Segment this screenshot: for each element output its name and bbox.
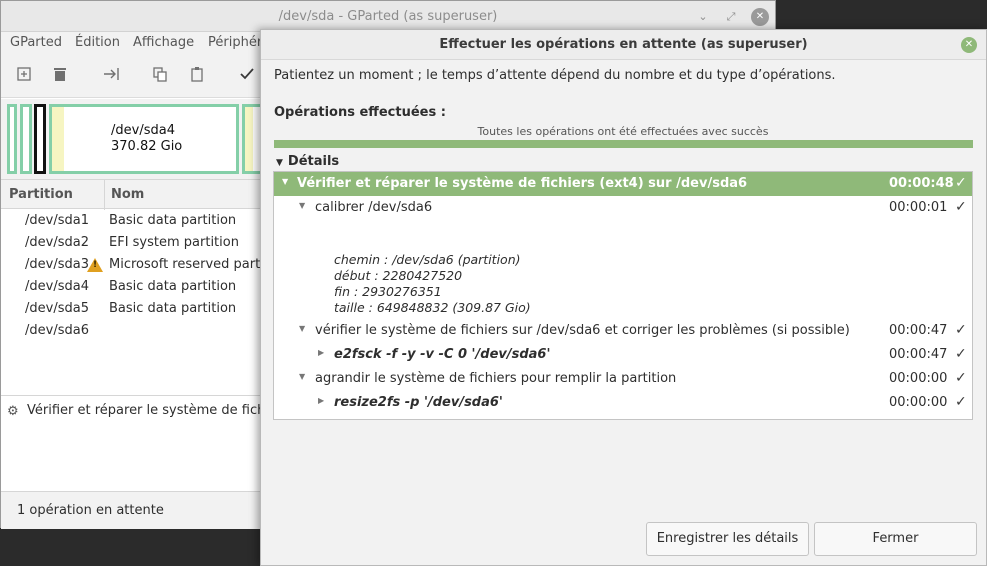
menu-gparted[interactable]: GParted xyxy=(10,35,62,50)
tree-row-main-operation[interactable]: ▼ Vérifier et réparer le système de fich… xyxy=(274,172,972,196)
apply-operations-dialog: Effectuer les opérations en attente (as … xyxy=(260,29,987,566)
tree-row-time: 00:00:47 xyxy=(889,347,948,362)
apply-icon[interactable] xyxy=(236,66,258,88)
tree-row-time: 00:00:48 xyxy=(889,176,954,191)
chevron-down-icon[interactable]: ▼ xyxy=(299,324,305,333)
partition-block-sda3[interactable] xyxy=(34,104,46,174)
resize-move-icon[interactable] xyxy=(101,66,123,88)
tree-row-label: vérifier le système de fichiers sur /dev… xyxy=(315,323,850,338)
partition-cell: /dev/sda5 xyxy=(25,301,89,316)
pending-operations-pane: ⚙ Vérifier et réparer le système de fich… xyxy=(1,395,289,491)
delete-icon[interactable] xyxy=(49,66,71,88)
used-space-bar xyxy=(245,107,253,171)
menu-edition[interactable]: Édition xyxy=(75,35,120,50)
pending-operation-item[interactable]: Vérifier et réparer le système de fichie… xyxy=(27,403,289,418)
minimize-icon[interactable]: ⌄ xyxy=(694,8,712,26)
name-cell: Microsoft reserved partiti xyxy=(109,257,273,272)
detail-line: chemin : /dev/sda6 (partition) xyxy=(334,252,521,267)
tree-row-label: calibrer /dev/sda6 xyxy=(315,200,433,215)
table-row[interactable]: /dev/sda1 Basic data partition xyxy=(1,210,263,232)
chevron-down-icon[interactable]: ▼ xyxy=(282,177,288,186)
close-icon[interactable]: ✕ xyxy=(961,37,977,53)
check-icon: ✓ xyxy=(955,175,967,191)
column-separator xyxy=(104,180,105,210)
copy-icon[interactable] xyxy=(149,66,171,88)
new-partition-icon[interactable] xyxy=(13,66,35,88)
progress-text: Toutes les opérations ont été effectuées… xyxy=(477,125,769,138)
check-icon: ✓ xyxy=(955,346,967,362)
main-titlebar: /dev/sda - GParted (as superuser) ⌄ ⤢ ✕ xyxy=(1,1,775,32)
details-tree: ▼ Vérifier et réparer le système de fich… xyxy=(273,171,973,420)
tree-row-time: 00:00:01 xyxy=(889,200,948,215)
status-text: 1 opération en attente xyxy=(17,503,164,518)
check-icon: ✓ xyxy=(955,322,967,338)
partition-cell: /dev/sda3 xyxy=(25,257,89,272)
tree-row-time: 00:00:00 xyxy=(889,395,948,410)
tree-row-label: agrandir le système de fichiers pour rem… xyxy=(315,371,677,386)
progress-bar-fill xyxy=(274,140,973,148)
check-icon: ✓ xyxy=(955,199,967,215)
name-cell: EFI system partition xyxy=(109,235,239,250)
table-row[interactable]: /dev/sda5 Basic data partition xyxy=(1,298,263,320)
partition-cell: /dev/sda1 xyxy=(25,213,89,228)
check-icon: ✓ xyxy=(955,370,967,386)
maximize-icon[interactable]: ⤢ xyxy=(722,8,740,26)
table-row[interactable]: /dev/sda6 xyxy=(1,320,263,342)
details-label: Détails xyxy=(287,154,340,169)
partition-cell: /dev/sda4 xyxy=(25,279,89,294)
disk-map-partition-size: 370.82 Gio xyxy=(111,139,183,154)
chevron-right-icon[interactable]: ▶ xyxy=(318,396,324,405)
check-icon: ✓ xyxy=(955,394,967,410)
warning-icon-mark: ! xyxy=(93,260,98,270)
dialog-title: Effectuer les opérations en attente (as … xyxy=(439,37,808,52)
tree-row-label: Vérifier et réparer le système de fichie… xyxy=(297,176,748,191)
chevron-down-icon[interactable]: ▼ xyxy=(299,201,305,210)
tree-row-calibrate[interactable]: ▼ calibrer /dev/sda6 00:00:01 ✓ xyxy=(274,196,972,220)
main-window-title: /dev/sda - GParted (as superuser) xyxy=(278,9,498,24)
save-details-button[interactable]: Enregistrer les détails xyxy=(646,522,809,556)
tree-row-time: 00:00:00 xyxy=(889,371,948,386)
tree-row-label: resize2fs -p '/dev/sda6' xyxy=(334,395,503,410)
name-cell: Basic data partition xyxy=(109,301,237,316)
menu-affichage[interactable]: Affichage xyxy=(133,35,194,50)
partition-block-sda2[interactable] xyxy=(20,104,32,174)
used-space-bar xyxy=(52,107,64,171)
table-row[interactable]: /dev/sda3 ! Microsoft reserved partiti xyxy=(1,254,273,276)
dialog-titlebar: Effectuer les opérations en attente (as … xyxy=(261,30,986,60)
column-header-name[interactable]: Nom xyxy=(111,187,144,202)
detail-line: taille : 649848832 (309.87 Gio) xyxy=(334,300,531,315)
tree-row-label: e2fsck -f -y -v -C 0 '/dev/sda6' xyxy=(334,347,551,362)
details-expander[interactable]: ▼ Détails xyxy=(276,154,339,169)
detail-line: fin : 2930276351 xyxy=(334,284,442,299)
close-icon[interactable]: ✕ xyxy=(751,8,769,26)
column-header-partition[interactable]: Partition xyxy=(9,187,73,202)
statusbar: 1 opération en attente xyxy=(1,491,263,529)
tree-row-grow[interactable]: ▼ agrandir le système de fichiers pour r… xyxy=(274,367,972,391)
chevron-down-icon: ▼ xyxy=(276,158,283,168)
detail-line: début : 2280427520 xyxy=(334,268,463,283)
tree-row-check-command[interactable]: ▶ e2fsck -f -y -v -C 0 '/dev/sda6' 00:00… xyxy=(274,343,972,367)
name-cell: Basic data partition xyxy=(109,213,237,228)
table-row[interactable]: /dev/sda2 EFI system partition xyxy=(1,232,263,254)
chevron-down-icon[interactable]: ▼ xyxy=(299,372,305,381)
tree-row-time: 00:00:47 xyxy=(889,323,948,338)
tree-row-check[interactable]: ▼ vérifier le système de fichiers sur /d… xyxy=(274,319,972,343)
close-button[interactable]: Fermer xyxy=(814,522,977,556)
disk-map-partition-name: /dev/sda4 xyxy=(111,123,175,138)
partition-block-sda1[interactable] xyxy=(7,104,17,174)
partition-cell: /dev/sda2 xyxy=(25,235,89,250)
name-cell: Basic data partition xyxy=(109,279,237,294)
menu-peripherique[interactable]: Périphéri xyxy=(208,35,266,50)
table-row[interactable]: /dev/sda4 Basic data partition xyxy=(1,276,263,298)
progress-bar xyxy=(274,140,973,148)
chevron-right-icon[interactable]: ▶ xyxy=(318,348,324,357)
tree-row-grow-command[interactable]: ▶ resize2fs -p '/dev/sda6' 00:00:00 ✓ xyxy=(274,391,972,415)
operations-label: Opérations effectuées : xyxy=(274,105,446,120)
paste-icon[interactable] xyxy=(186,66,208,88)
dialog-message: Patientez un moment ; le temps d’attente… xyxy=(274,68,836,83)
partition-cell: /dev/sda6 xyxy=(25,323,89,338)
gear-icon: ⚙ xyxy=(7,404,19,419)
